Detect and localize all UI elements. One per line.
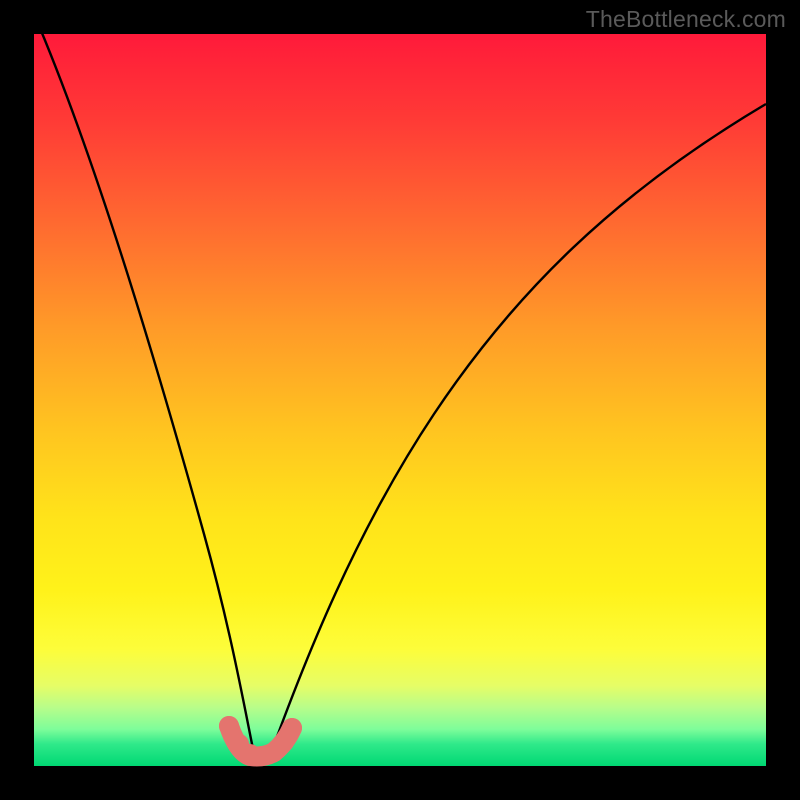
chart-frame: TheBottleneck.com — [0, 0, 800, 800]
marker-dot — [282, 718, 302, 738]
marker-dot — [219, 716, 239, 736]
watermark-text: TheBottleneck.com — [586, 6, 786, 33]
curve-layer — [34, 34, 766, 766]
bottleneck-curve — [34, 14, 766, 760]
plot-area — [34, 34, 766, 766]
